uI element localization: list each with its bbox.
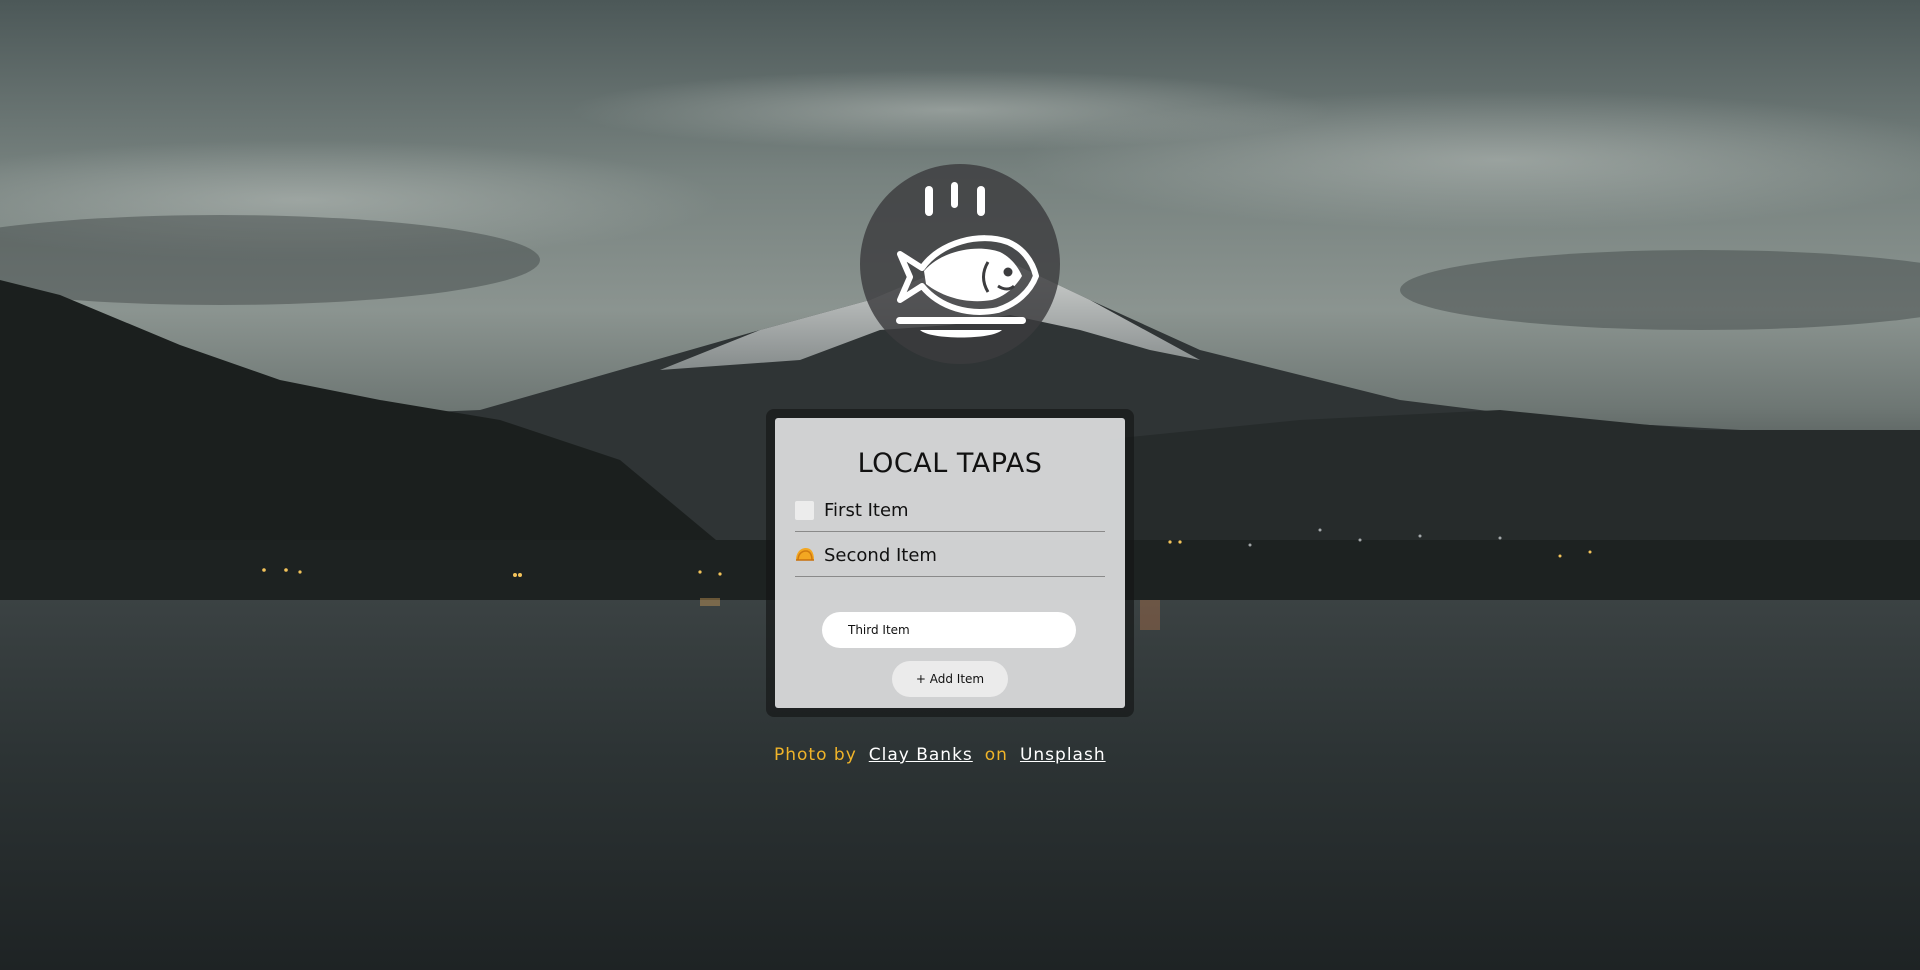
list-item[interactable]: First Item	[795, 487, 1105, 532]
card-title: LOCAL TAPAS	[857, 448, 1043, 479]
item-label: Second Item	[824, 545, 937, 566]
photo-credit: Photo by Clay Banks on Unsplash	[774, 745, 1106, 765]
card-frame: LOCAL TAPAS First Item Second Item + Add…	[766, 409, 1134, 717]
unsplash-link[interactable]: Unsplash	[1020, 745, 1106, 765]
item-checkbox[interactable]	[795, 501, 814, 520]
author-link[interactable]: Clay Banks	[869, 745, 973, 765]
credit-prefix: Photo by	[774, 745, 857, 765]
new-item-input[interactable]	[822, 612, 1076, 648]
add-item-button[interactable]: + Add Item	[892, 661, 1008, 697]
logo	[860, 164, 1060, 364]
list-item[interactable]: Second Item	[795, 532, 1105, 577]
credit-middle: on	[984, 745, 1008, 765]
fish-dish-icon	[896, 182, 1039, 338]
taco-icon[interactable]	[795, 547, 815, 561]
tapas-card: LOCAL TAPAS First Item Second Item + Add…	[775, 418, 1125, 708]
item-label: First Item	[824, 500, 909, 521]
